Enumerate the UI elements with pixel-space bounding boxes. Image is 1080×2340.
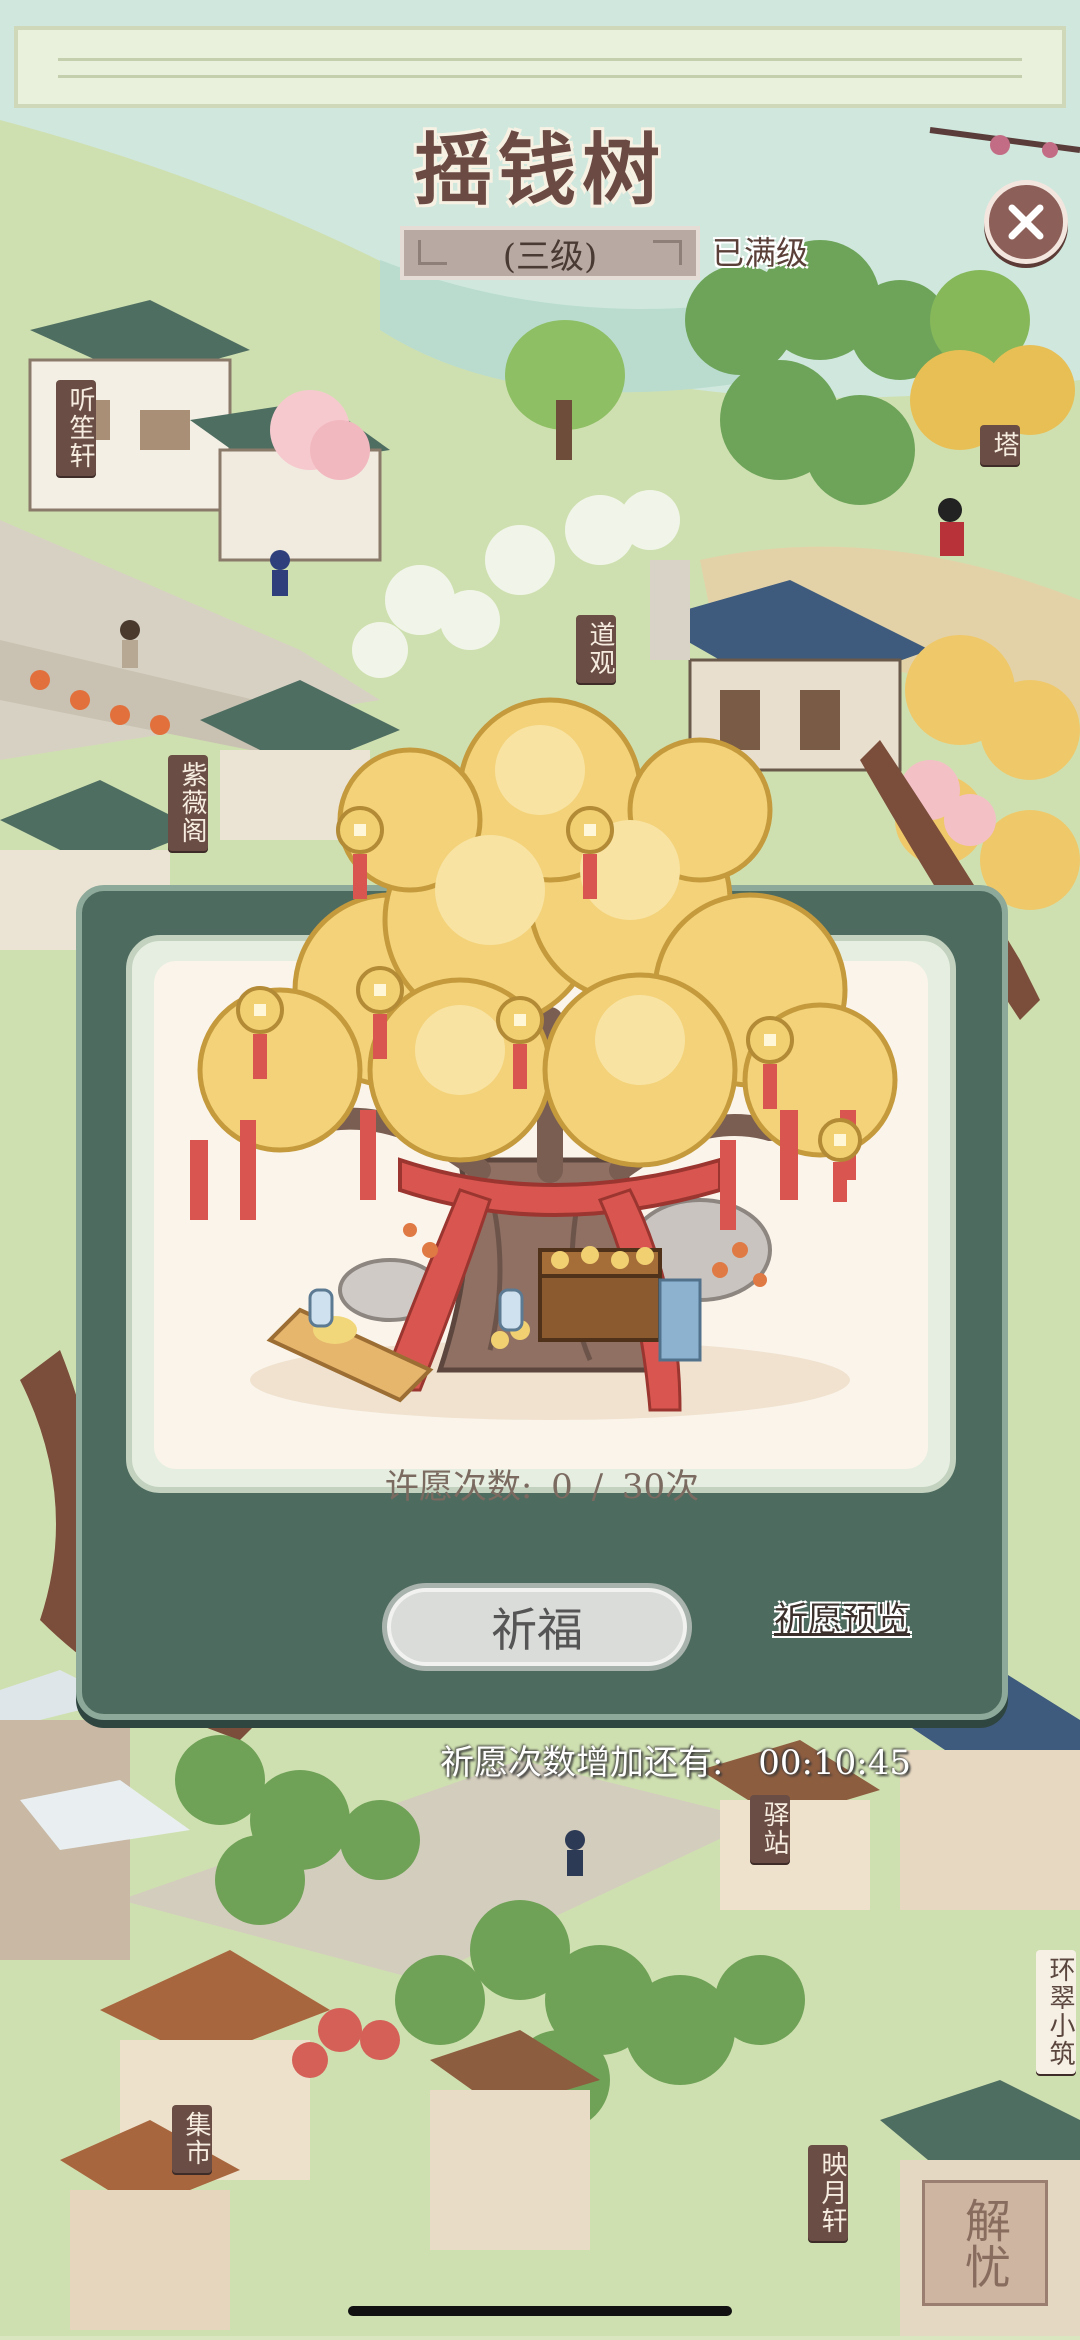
- wish-count-label: 许愿次数:: [384, 1467, 533, 1507]
- map-sign-yingyue[interactable]: 映月轩: [808, 2145, 848, 2241]
- money-tree-illustration: [190, 697, 898, 1420]
- level-label: (三级): [502, 236, 598, 277]
- map-sign-huancui[interactable]: 环翠小筑: [1036, 1950, 1076, 2074]
- wish-preview-link[interactable]: 祈愿预览: [774, 1592, 910, 1641]
- close-button[interactable]: [984, 180, 1068, 264]
- bless-button[interactable]: 祈福: [382, 1583, 692, 1671]
- wish-count-current: 0: [551, 1467, 573, 1507]
- map-sign-daoguan[interactable]: 道观: [576, 615, 616, 683]
- wish-refresh-timer: 祈愿次数增加还有: 00:10:45: [440, 1735, 911, 1784]
- wish-count-separator: /: [591, 1467, 604, 1507]
- timer-label: 祈愿次数增加还有:: [440, 1743, 724, 1783]
- map-sign-tingsheng[interactable]: 听笙轩: [56, 380, 96, 476]
- corner-seal-stamp[interactable]: 解忧: [922, 2180, 1048, 2306]
- level-plate: (三级): [400, 226, 700, 280]
- map-sign-ta[interactable]: 塔: [980, 425, 1020, 465]
- top-frame-bar: [14, 26, 1066, 108]
- map-sign-jishi[interactable]: 集市: [172, 2105, 212, 2173]
- page-title: 摇钱树: [413, 125, 666, 216]
- close-icon: [1008, 204, 1044, 240]
- home-indicator[interactable]: [348, 2306, 732, 2316]
- wish-count-text: 许愿次数: 0 / 30次: [82, 1459, 1002, 1508]
- max-level-badge: 已满级: [712, 234, 809, 272]
- timer-value: 00:10:45: [758, 1743, 911, 1783]
- map-sign-yizhan[interactable]: 驿站: [750, 1795, 790, 1863]
- wish-count-total: 30次: [621, 1467, 700, 1507]
